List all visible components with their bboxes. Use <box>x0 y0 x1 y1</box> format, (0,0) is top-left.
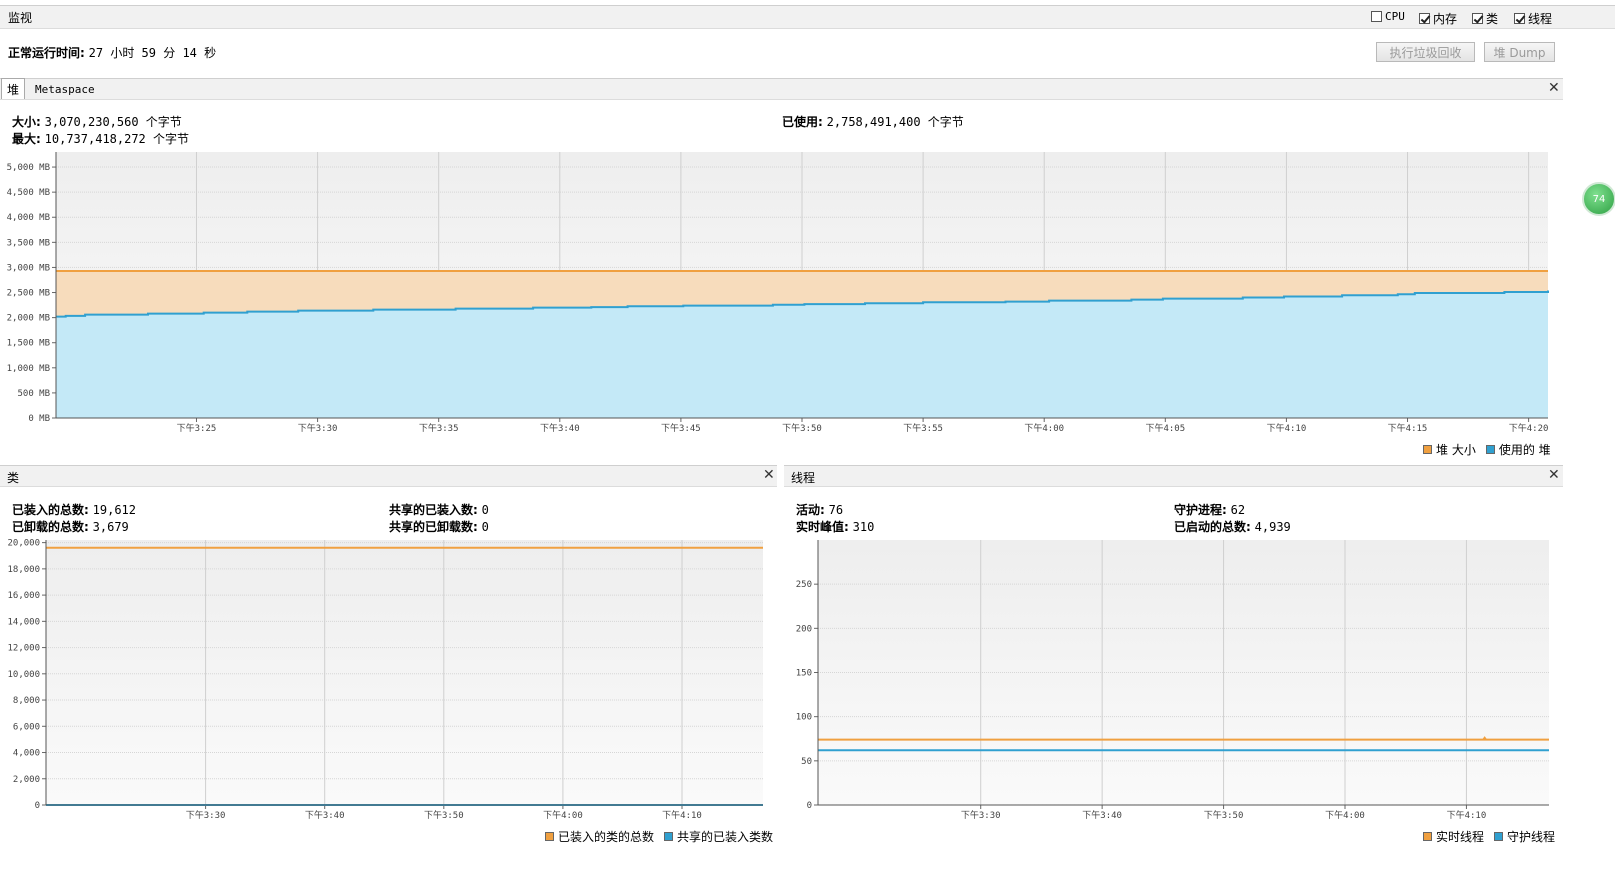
y-tick-label: 16,000 <box>7 591 40 601</box>
checkbox-threads[interactable]: 线程 <box>1514 10 1552 27</box>
y-tick-label: 4,500 MB <box>7 188 50 198</box>
y-tick-label: 4,000 MB <box>7 213 50 223</box>
plot-background <box>818 540 1549 805</box>
y-tick-label: 50 <box>801 757 812 767</box>
classes-chart: 0 2,000 4,000 6,000 8,000 10,000 12,000 14,000 1… <box>7 539 763 821</box>
heap-size: 大小: 3,070,230,560 个字节 <box>12 115 182 129</box>
x-tick-label: 下午3:50 <box>1204 809 1244 821</box>
y-tick-label: 200 <box>796 624 812 634</box>
y-tick-label: 18,000 <box>7 565 40 575</box>
checkbox-memory[interactable]: 内存 <box>1419 10 1457 27</box>
checkbox-box[interactable] <box>1419 13 1430 24</box>
page-title: 监视 <box>8 11 33 25</box>
threads-started: 已启动的总数: 4,939 <box>1174 520 1291 534</box>
y-tick-label: 500 MB <box>17 389 50 399</box>
heap-dump-button[interactable]: 堆 Dump <box>1484 42 1555 62</box>
x-tick-label: 下午3:50 <box>424 809 464 821</box>
x-tick-label: 下午3:30 <box>298 422 338 434</box>
checkbox-cpu[interactable]: CPU <box>1371 10 1405 23</box>
legend-swatch-daemon-threads <box>1494 832 1504 841</box>
checkbox-box[interactable] <box>1371 11 1382 22</box>
y-tick-label: 2,000 <box>13 775 40 785</box>
x-tick-label: 下午4:15 <box>1388 422 1428 434</box>
x-tick-label: 下午3:55 <box>903 422 943 434</box>
x-tick-label: 下午4:00 <box>1024 422 1064 434</box>
legend-swatch-live-threads <box>1423 832 1432 841</box>
threads-close-icon[interactable]: ✕ <box>1548 467 1560 483</box>
x-tick-label: 下午4:10 <box>1447 809 1487 821</box>
y-tick-label: 0 MB <box>28 414 50 424</box>
y-tick-label: 2,000 MB <box>7 314 50 324</box>
legend-swatch-heap-size <box>1423 445 1432 454</box>
classes-title: 类 <box>7 471 20 485</box>
x-tick-label: 下午3:40 <box>305 809 345 821</box>
legend-swatch-classes-loaded <box>545 832 554 841</box>
x-tick-label: 下午3:45 <box>661 422 701 434</box>
y-tick-label: 0 <box>35 801 40 811</box>
y-tick-label: 8,000 <box>13 696 40 706</box>
threads-title: 线程 <box>791 471 816 485</box>
y-tick-label: 20,000 <box>7 539 40 549</box>
classes-unloaded: 已卸载的总数: 3,679 <box>12 520 129 534</box>
legend-swatch-heap-used <box>1485 445 1495 454</box>
heap-chart: 0 MB 500 MB 1,000 MB 1,500 MB 2,000 MB 2,500 … <box>7 152 1549 434</box>
y-tick-label: 14,000 <box>7 617 40 627</box>
heap-tab-bar <box>0 78 1563 100</box>
threads-peak: 实时峰值: 310 <box>796 520 875 534</box>
threads-legend: 实时线程 守护线程 <box>1423 828 1555 845</box>
classes-loaded: 已装入的总数: 19,612 <box>12 503 136 517</box>
y-tick-label: 1,500 MB <box>7 339 50 349</box>
checkbox-box[interactable] <box>1514 13 1525 24</box>
y-tick-label: 2,500 MB <box>7 289 50 299</box>
y-tick-label: 3,000 MB <box>7 263 50 273</box>
heap-legend: 堆 大小 使用的 堆 <box>1423 441 1551 458</box>
x-tick-label: 下午3:35 <box>419 422 459 434</box>
y-tick-label: 4,000 <box>13 749 40 759</box>
x-tick-label: 下午3:40 <box>540 422 580 434</box>
y-tick-label: 10,000 <box>7 670 40 680</box>
y-tick-label: 250 <box>796 580 812 590</box>
gc-button[interactable]: 执行垃圾回收 <box>1376 42 1475 62</box>
x-tick-label: 下午4:20 <box>1509 422 1549 434</box>
plot-background <box>46 540 763 805</box>
y-tick-label: 1,000 MB <box>7 364 50 374</box>
uptime: 正常运行时间: 27 小时 59 分 14 秒 <box>8 46 217 60</box>
classes-title-bar <box>0 465 777 487</box>
x-tick-label: 下午3:40 <box>1082 809 1122 821</box>
classes-close-icon[interactable]: ✕ <box>763 467 775 483</box>
threads-daemon: 守护进程: 62 <box>1174 503 1246 517</box>
x-tick-label: 下午3:30 <box>961 809 1001 821</box>
tab-heap[interactable]: 堆 <box>1 78 26 99</box>
heap-used: 已使用: 2,758,491,400 个字节 <box>782 115 964 129</box>
x-tick-label: 下午3:25 <box>177 422 217 434</box>
x-tick-label: 下午4:00 <box>543 809 583 821</box>
threads-title-bar <box>784 465 1563 487</box>
x-tick-label: 下午4:00 <box>1325 809 1365 821</box>
y-tick-label: 12,000 <box>7 644 40 654</box>
x-tick-label: 下午3:50 <box>782 422 822 434</box>
tab-metaspace[interactable]: Metaspace <box>35 81 95 97</box>
classes-shared-unloaded: 共享的已卸载数: 0 <box>389 520 489 534</box>
threads-chart: 0 50 100 150 200 250 下午3:30 下午3:40 下午3:50 下午4:00 下… <box>796 540 1549 821</box>
y-tick-label: 3,500 MB <box>7 238 50 248</box>
x-tick-label: 下午4:05 <box>1145 422 1185 434</box>
classes-legend: 已装入的类的总数 共享的已装入类数 <box>545 828 773 845</box>
x-tick-label: 下午4:10 <box>662 809 702 821</box>
heap-close-icon[interactable]: ✕ <box>1548 80 1560 96</box>
checkbox-classes[interactable]: 类 <box>1472 10 1498 27</box>
y-tick-label: 100 <box>796 713 812 723</box>
y-tick-label: 0 <box>807 801 812 811</box>
threads-live: 活动: 76 <box>796 503 844 517</box>
floating-badge[interactable]: 74 <box>1582 182 1615 216</box>
classes-shared-loaded: 共享的已装入数: 0 <box>389 503 489 517</box>
y-tick-label: 150 <box>796 669 812 679</box>
x-tick-label: 下午3:30 <box>186 809 226 821</box>
checkbox-box[interactable] <box>1472 13 1483 24</box>
y-tick-label: 6,000 <box>13 722 40 732</box>
y-tick-label: 5,000 MB <box>7 163 50 173</box>
heap-max: 最大: 10,737,418,272 个字节 <box>12 132 190 146</box>
x-tick-label: 下午4:10 <box>1267 422 1307 434</box>
legend-swatch-classes-shared <box>664 832 674 841</box>
